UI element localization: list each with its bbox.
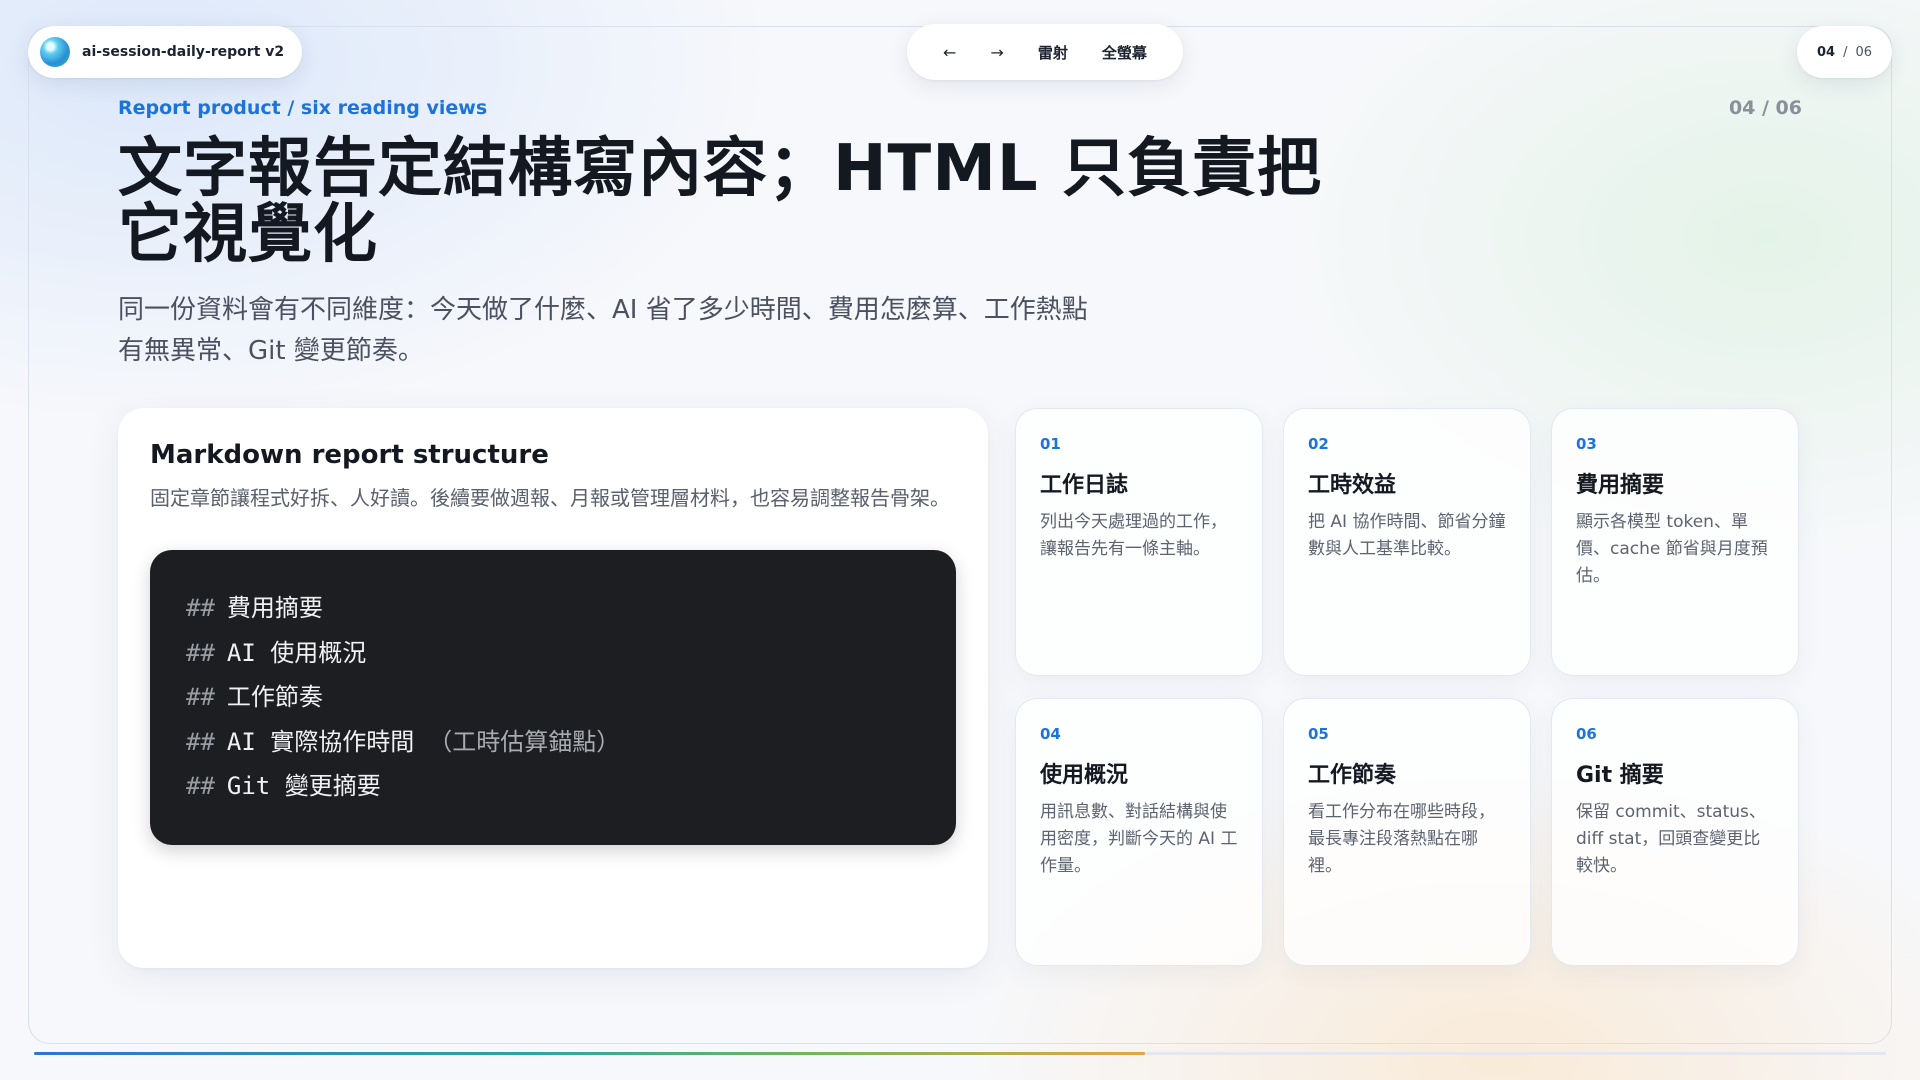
- view-number: 02: [1308, 435, 1329, 453]
- view-card-git-summary: 06 Git 摘要 保留 commit、status、diff stat，回頭查…: [1551, 698, 1799, 966]
- heading-text: Git 變更摘要: [226, 772, 381, 800]
- view-card-usage-overview: 04 使用概況 用訊息數、對話結構與使用密度，判斷今天的 AI 工作量。: [1015, 698, 1263, 966]
- view-title: 使用概況: [1040, 763, 1129, 788]
- heading-marker: ##: [186, 638, 215, 667]
- heading-note: （工時估算錨點）: [428, 727, 621, 756]
- view-card-cost-summary: 03 費用摘要 顯示各模型 token、單價、cache 節省與月度預估。: [1551, 408, 1799, 676]
- page-indicator: 04 / 06: [1796, 26, 1892, 78]
- fullscreen-button[interactable]: 全螢幕: [1088, 34, 1161, 71]
- code-line: ## Git 變更摘要: [186, 764, 920, 809]
- view-description: 把 AI 協作時間、節省分鐘數與人工基準比較。: [1308, 512, 1506, 559]
- code-line: ## AI 實際協作時間 （工時估算錨點）: [186, 720, 920, 765]
- view-card-work-log: 01 工作日誌 列出今天處理過的工作，讓報告先有一條主軸。: [1015, 408, 1263, 676]
- view-description: 保留 commit、status、diff stat，回頭查變更比較快。: [1576, 802, 1766, 876]
- slide-progress-bar: [34, 1052, 1886, 1055]
- slide-subtitle: 同一份資料會有不同維度：今天做了什麼、AI 省了多少時間、費用怎麼算、工作熱點有…: [118, 295, 1088, 366]
- heading-marker: ##: [186, 594, 215, 622]
- heading-marker: ##: [186, 727, 215, 756]
- code-line: ## 費用摘要: [186, 586, 920, 631]
- slide-nav-bar: ← → 雷射 全螢幕: [907, 24, 1183, 80]
- heading-text: 費用摘要: [226, 594, 323, 622]
- view-description: 顯示各模型 token、單價、cache 節省與月度預估。: [1576, 512, 1768, 586]
- next-slide-button[interactable]: →: [976, 35, 1017, 70]
- view-description: 用訊息數、對話結構與使用密度，判斷今天的 AI 工作量。: [1040, 802, 1238, 876]
- view-card-work-rhythm: 05 工作節奏 看工作分布在哪些時段，最長專注段落熱點在哪裡。: [1283, 698, 1531, 966]
- code-line: ## 工作節奏: [186, 675, 920, 720]
- app-badge: ai-session-daily-report v2: [28, 26, 303, 78]
- view-title: 費用摘要: [1576, 473, 1665, 498]
- view-card-time-efficiency: 02 工時效益 把 AI 協作時間、節省分鐘數與人工基準比較。: [1283, 408, 1531, 676]
- view-number: 01: [1040, 435, 1061, 453]
- heading-text: AI 實際協作時間: [226, 727, 415, 756]
- laser-pointer-button[interactable]: 雷射: [1024, 34, 1082, 71]
- heading-text: 工作節奏: [226, 683, 323, 711]
- view-title: 工作節奏: [1308, 763, 1397, 788]
- view-title: 工時效益: [1308, 473, 1397, 498]
- total-pages: 06: [1855, 44, 1872, 60]
- markdown-structure-card: Markdown report structure 固定章節讓程式好拆、人好讀。…: [118, 408, 988, 968]
- heading-marker: ##: [186, 683, 215, 711]
- heading-text: AI 使用概況: [226, 638, 367, 667]
- view-number: 06: [1576, 725, 1597, 743]
- eyebrow-label: Report product / six reading views: [118, 97, 488, 119]
- markdown-code-block: ## 費用摘要 ## AI 使用概況 ## 工作節奏 ## AI 實際協作時間 （工時估算…: [150, 550, 956, 845]
- view-number: 03: [1576, 435, 1597, 453]
- code-line: ## AI 使用概況: [186, 631, 920, 676]
- view-title: Git 摘要: [1576, 763, 1664, 788]
- view-number: 05: [1308, 725, 1329, 743]
- view-description: 看工作分布在哪些時段，最長專注段落熱點在哪裡。: [1308, 802, 1495, 876]
- structure-title: Markdown report structure: [150, 440, 549, 470]
- slide-title: 文字報告定結構寫內容；HTML 只負責把它視覺化: [118, 132, 1322, 272]
- page-separator: /: [1843, 44, 1848, 60]
- slide-progress-fill: [34, 1052, 1146, 1055]
- app-name: ai-session-daily-report v2: [82, 44, 285, 60]
- current-page: 04: [1816, 44, 1836, 60]
- view-number: 04: [1040, 725, 1061, 743]
- app-logo-icon: [40, 37, 70, 67]
- prev-slide-button[interactable]: ←: [929, 35, 970, 70]
- view-description: 列出今天處理過的工作，讓報告先有一條主軸。: [1040, 512, 1227, 559]
- structure-description: 固定章節讓程式好拆、人好讀。後續要做週報、月報或管理層材料，也容易調整報告骨架。: [150, 486, 950, 510]
- heading-marker: ##: [186, 772, 215, 800]
- slide-counter: 04 / 06: [1728, 97, 1802, 119]
- view-title: 工作日誌: [1040, 473, 1129, 498]
